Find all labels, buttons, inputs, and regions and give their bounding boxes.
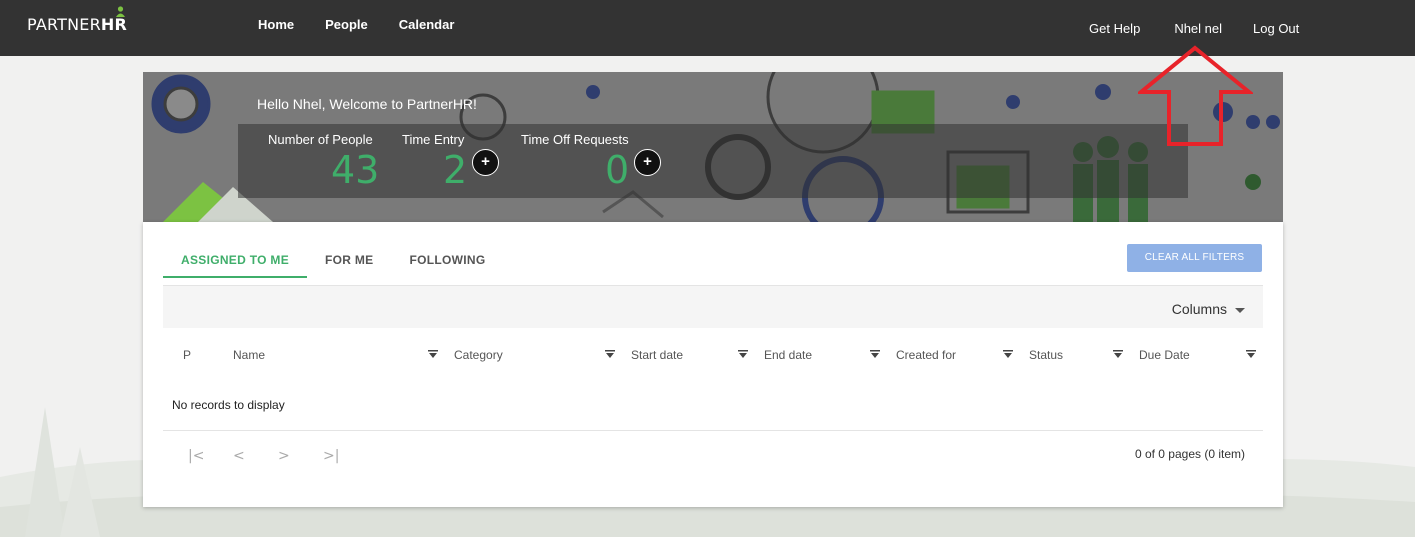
filter-icon[interactable] xyxy=(870,350,880,358)
stat-label-time-off: Time Off Requests xyxy=(521,132,629,147)
pagination-controls: |< < > >| xyxy=(188,448,368,464)
column-header-end-date[interactable]: End date xyxy=(764,348,812,362)
tab-for-me[interactable]: FOR ME xyxy=(307,244,391,278)
filter-icon[interactable] xyxy=(738,350,748,358)
pagination-info: 0 of 0 pages (0 item) xyxy=(1134,447,1245,461)
column-header-due-date[interactable]: Due Date xyxy=(1139,348,1190,362)
add-time-entry-button[interactable]: + xyxy=(472,149,499,176)
logo-people-icon xyxy=(116,6,125,17)
task-tabs: ASSIGNED TO ME FOR ME FOLLOWING xyxy=(163,244,504,278)
grid-toolbar: Columns xyxy=(163,286,1263,328)
column-header-category[interactable]: Category xyxy=(454,348,503,362)
filter-icon[interactable] xyxy=(1246,350,1256,358)
next-page-icon[interactable]: > xyxy=(278,448,323,464)
first-page-icon[interactable]: |< xyxy=(188,448,233,464)
filter-icon[interactable] xyxy=(605,350,615,358)
stats-panel: Number of People 43 Time Entry 2 + Time … xyxy=(238,124,1188,198)
stat-label-time-entry: Time Entry xyxy=(402,132,465,147)
column-header-status[interactable]: Status xyxy=(1029,348,1063,362)
nav-people[interactable]: People xyxy=(325,17,368,32)
pager-divider xyxy=(163,430,1263,431)
tasks-card: ASSIGNED TO ME FOR ME FOLLOWING CLEAR AL… xyxy=(143,222,1283,507)
clear-all-filters-button[interactable]: CLEAR ALL FILTERS xyxy=(1127,244,1262,272)
columns-menu-button[interactable]: Columns xyxy=(1172,301,1245,317)
columns-label: Columns xyxy=(1171,301,1227,317)
filter-icon[interactable] xyxy=(428,350,438,358)
filter-icon[interactable] xyxy=(1113,350,1123,358)
column-header-p[interactable]: P xyxy=(183,348,191,362)
tab-following[interactable]: FOLLOWING xyxy=(391,244,503,278)
stat-label-people: Number of People xyxy=(268,132,373,147)
empty-table-message: No records to display xyxy=(172,398,285,412)
stat-value-time-entry[interactable]: 2 xyxy=(443,148,467,192)
nav-calendar[interactable]: Calendar xyxy=(399,17,455,32)
column-header-name[interactable]: Name xyxy=(233,348,265,362)
filter-icon[interactable] xyxy=(1003,350,1013,358)
partnerhr-logo[interactable]: PARTNERHR xyxy=(27,6,127,34)
stat-value-time-off[interactable]: 0 xyxy=(605,148,629,192)
dashboard-banner: Hello Nhel, Welcome to PartnerHR! Number… xyxy=(143,72,1283,222)
chevron-down-icon xyxy=(1235,307,1245,313)
nav-user-menu[interactable]: Nhel nel xyxy=(1174,21,1222,36)
nav-log-out[interactable]: Log Out xyxy=(1253,21,1299,36)
column-header-created-for[interactable]: Created for xyxy=(896,348,956,362)
add-time-off-button[interactable]: + xyxy=(634,149,661,176)
stat-value-people[interactable]: 43 xyxy=(331,148,379,192)
table-header-row: P Name Category Start date End date Crea… xyxy=(163,342,1263,366)
welcome-message: Hello Nhel, Welcome to PartnerHR! xyxy=(257,96,477,112)
column-header-start-date[interactable]: Start date xyxy=(631,348,683,362)
last-page-icon[interactable]: >| xyxy=(323,448,368,464)
tab-assigned-to-me[interactable]: ASSIGNED TO ME xyxy=(163,244,307,278)
nav-get-help[interactable]: Get Help xyxy=(1089,21,1140,36)
prev-page-icon[interactable]: < xyxy=(233,448,278,464)
nav-home[interactable]: Home xyxy=(258,17,294,32)
annotation-arrow-icon xyxy=(1138,45,1253,146)
